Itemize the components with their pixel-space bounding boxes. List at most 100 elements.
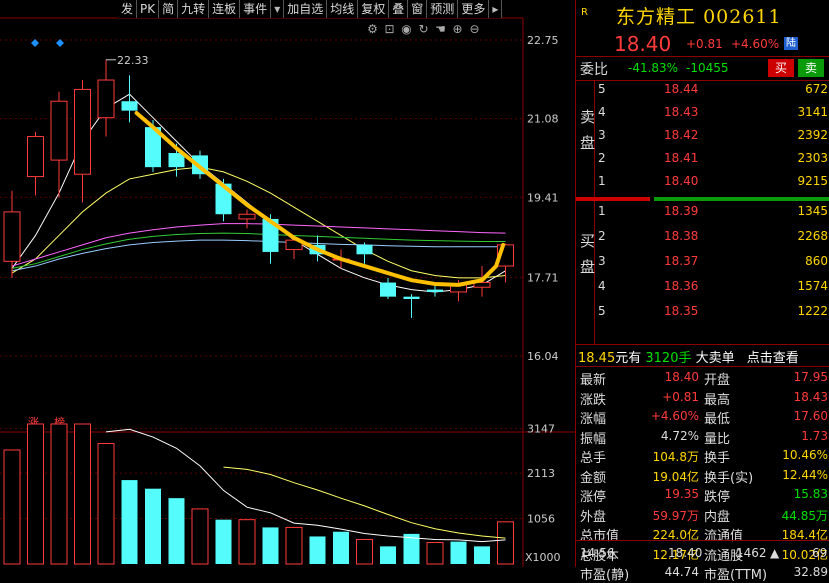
price-tick-label: 22.75 — [527, 34, 559, 47]
tab-yuce[interactable]: 预测 — [427, 0, 459, 18]
lock-icon[interactable]: ⊡ — [383, 22, 396, 36]
candle[interactable] — [27, 131, 44, 196]
bid-level-1: 1 — [598, 204, 606, 218]
tab-add-watch[interactable]: 加自选 — [284, 0, 328, 18]
stat-label: 涨幅 — [580, 412, 607, 427]
sell-button[interactable]: 卖 — [798, 59, 824, 77]
volume-bar[interactable] — [74, 423, 91, 565]
stock-name[interactable]: 东方精工 002611 — [616, 2, 782, 29]
volume-bar[interactable] — [121, 480, 138, 564]
volume-bar[interactable] — [145, 488, 161, 564]
volume-bar[interactable] — [285, 526, 303, 565]
event-diamond-icon[interactable] — [31, 39, 39, 47]
candle[interactable] — [121, 75, 138, 123]
event-diamond-icon[interactable] — [56, 39, 64, 47]
tab-pk[interactable]: PK — [137, 0, 160, 18]
ask-price-5[interactable]: 18.44 — [664, 82, 698, 96]
tab-shijian[interactable]: 事件 — [240, 0, 272, 18]
tab-junxian[interactable]: 均线 — [327, 0, 359, 18]
volume-bar[interactable] — [97, 443, 115, 565]
chart-toolbar: 发 PK 简九转 连板 事件 ▾ 加自选 均线 复权叠窗预测 更多 ▸ — [118, 0, 503, 18]
tab-fuquan[interactable]: 复权 — [358, 0, 390, 18]
plus-icon[interactable]: ⊕ — [451, 22, 464, 36]
volume-bar[interactable] — [191, 508, 209, 565]
stat-label: 开盘 — [704, 373, 731, 388]
volume-tick-label: 3147 — [527, 423, 555, 436]
stat-label: 振幅 — [580, 431, 607, 447]
volume-bar[interactable] — [262, 527, 279, 564]
tick-up-arrow: ▲ — [770, 546, 780, 560]
ma-line — [11, 166, 506, 279]
volume-bar[interactable] — [27, 423, 44, 565]
stat-value: 15.83 — [793, 487, 828, 501]
candle[interactable] — [74, 80, 91, 203]
big-order-type: 大卖单 — [695, 351, 735, 366]
tab-chuang[interactable]: 窗 — [408, 0, 428, 18]
ask-volume-3: 2392 — [797, 128, 828, 142]
candle[interactable] — [97, 59, 115, 137]
tab-fa[interactable]: 发 — [118, 0, 138, 18]
divider — [576, 366, 829, 367]
tab-lianban[interactable]: 连板 — [209, 0, 241, 18]
candle[interactable] — [380, 277, 396, 300]
stat-label: 最新 — [580, 373, 607, 388]
bid-price-5[interactable]: 18.35 — [664, 304, 698, 318]
gear-icon[interactable]: ⚙ — [366, 22, 379, 36]
volume-bar[interactable] — [497, 521, 514, 565]
volume-bar[interactable] — [309, 536, 326, 564]
ask-price-3[interactable]: 18.42 — [664, 128, 698, 142]
tab-jiuzhuan[interactable]: 九转 — [178, 0, 210, 18]
r-label: R — [581, 7, 588, 18]
weibi-row: 委比 -41.83% -10455 买 卖 — [576, 58, 829, 80]
volume-bar[interactable] — [474, 546, 490, 564]
candle[interactable] — [427, 284, 443, 297]
stat-label: 最低 — [704, 412, 731, 427]
volume-bar[interactable] — [50, 423, 68, 565]
volume-bar[interactable] — [3, 449, 21, 565]
tab-more-arrow[interactable]: ▸ — [489, 0, 503, 18]
stat-value: 18.40 — [664, 370, 699, 384]
bid-price-1[interactable]: 18.39 — [664, 204, 698, 218]
big-order-link[interactable]: 点击查看 — [747, 351, 799, 366]
tab-jian[interactable]: 简 — [159, 0, 179, 18]
divider — [576, 344, 829, 345]
volume-bar[interactable] — [380, 546, 396, 564]
eye-icon[interactable]: ◉ — [400, 22, 413, 36]
price-tick-label: 16.04 — [527, 350, 559, 363]
ma-line — [11, 232, 506, 269]
volume-bar[interactable] — [215, 519, 232, 564]
refresh-icon[interactable]: ↻ — [417, 22, 430, 36]
ask-price-4[interactable]: 18.43 — [664, 105, 698, 119]
volume-bar[interactable] — [426, 541, 444, 565]
stat-value: 18.43 — [793, 389, 828, 404]
candle[interactable] — [238, 209, 256, 229]
ask-volume-4: 3141 — [797, 105, 828, 119]
minus-icon[interactable]: ⊖ — [468, 22, 481, 36]
stat-label: 金额 — [580, 470, 607, 486]
candle[interactable] — [403, 294, 420, 318]
ma-line — [11, 223, 506, 267]
volume-bar[interactable] — [356, 538, 373, 565]
bid-price-2[interactable]: 18.38 — [664, 229, 698, 243]
volume-bar[interactable] — [450, 541, 467, 564]
stat-value: 4.72% — [660, 428, 699, 443]
tab-die[interactable]: 叠 — [389, 0, 409, 18]
tab-dropdown[interactable]: ▾ — [271, 0, 285, 18]
tick-time: 14:56 — [580, 546, 615, 560]
ask-price-2[interactable]: 18.41 — [664, 151, 698, 165]
weibi-label: 委比 — [580, 62, 608, 78]
volume-bar[interactable] — [333, 531, 349, 564]
bid-price-4[interactable]: 18.36 — [664, 279, 698, 293]
ask-price-1[interactable]: 18.40 — [664, 174, 698, 188]
bid-price-3[interactable]: 18.37 — [664, 254, 698, 268]
stat-label: 总手 — [580, 451, 607, 466]
volume-bar[interactable] — [238, 519, 256, 565]
hand-icon[interactable]: ☚ — [434, 22, 447, 36]
big-order-row[interactable]: 18.45元有 3120手 大卖单 点击查看 — [578, 347, 799, 366]
kline-chart[interactable]: 22.7521.0819.4117.7116.0422.33涨 榜31472113… — [0, 0, 575, 567]
candle[interactable] — [356, 242, 373, 264]
tab-more[interactable]: 更多 — [458, 0, 490, 18]
volume-bar[interactable] — [168, 498, 185, 564]
buy-button[interactable]: 买 — [768, 59, 794, 77]
ask-level-3: 3 — [598, 128, 606, 142]
